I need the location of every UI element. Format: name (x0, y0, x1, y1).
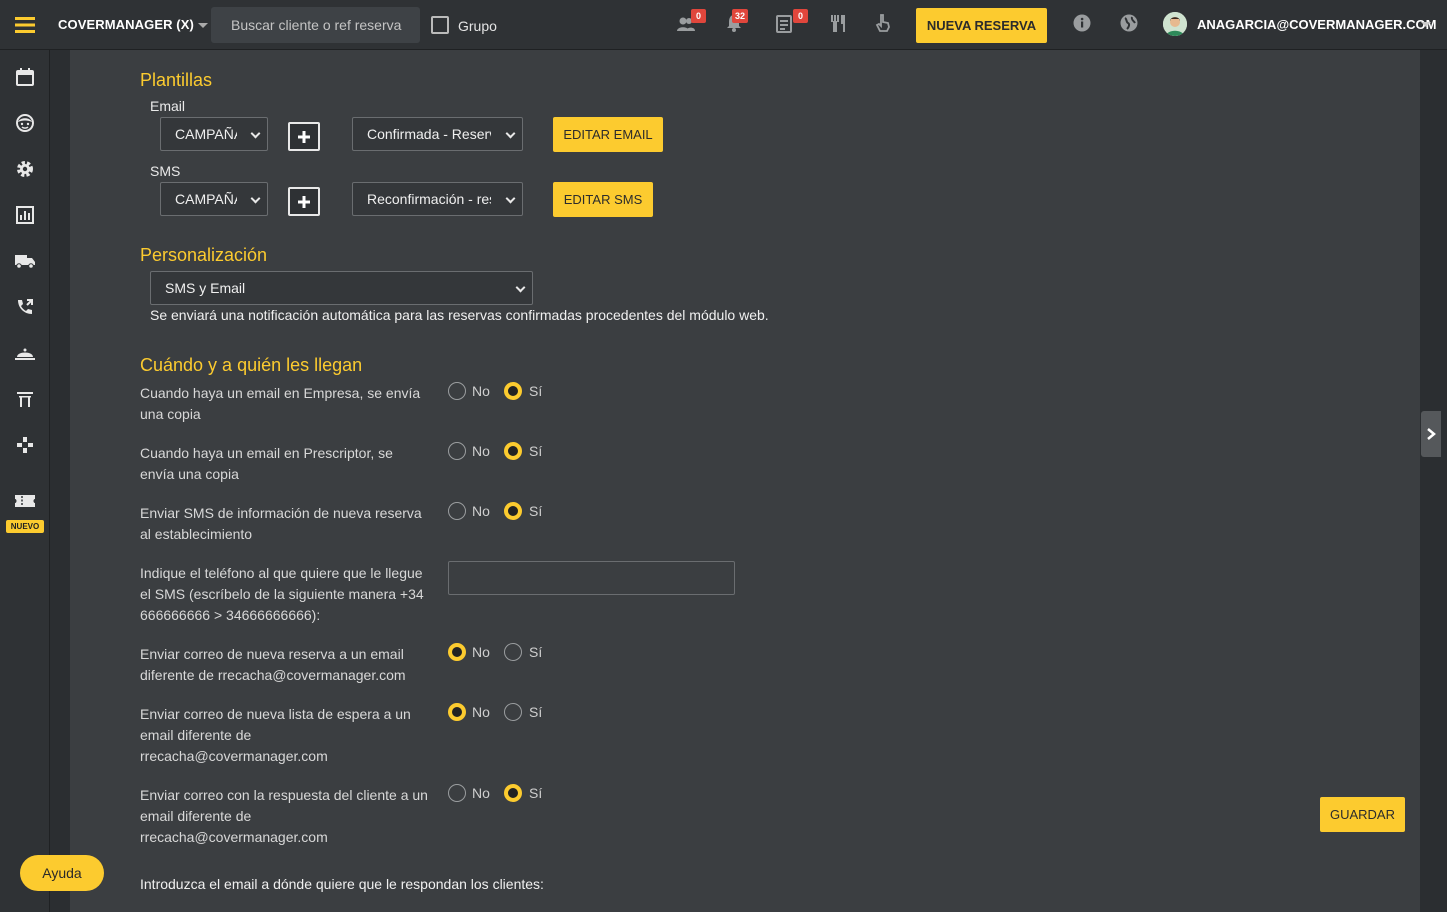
personalization-title: Personalización (140, 245, 268, 265)
radio-yes[interactable] (504, 442, 522, 460)
phone-label: Indique el teléfono al que quiere que le… (140, 565, 424, 623)
collapse-panel-tab[interactable] (1421, 411, 1441, 457)
radio-yes-label: Sí (529, 383, 543, 399)
plus-icon (298, 130, 310, 143)
restaurant-selector[interactable]: COVERMANAGER (X) (58, 17, 208, 32)
add-sms-template-button[interactable] (288, 187, 320, 216)
hand-pointer-icon[interactable] (873, 13, 895, 35)
radio-yes-label: Sí (529, 503, 543, 519)
user-email[interactable]: ANAGARCIA@COVERMANAGER.COM (1197, 17, 1436, 32)
sidebar: NUEVO (0, 50, 50, 912)
grupo-label: Grupo (458, 18, 497, 34)
personalization-value: SMS y Email (165, 280, 246, 296)
main-panel: Plantillas Email CAMPAÑA Confirmada - Re… (70, 50, 1420, 912)
email-template-select[interactable]: Confirmada - Reserva (352, 117, 523, 151)
notifications-badge: 32 (732, 9, 749, 23)
radio-no[interactable] (448, 784, 466, 802)
personalization-select[interactable]: SMS y Email (150, 271, 533, 305)
question-label: Enviar correo de nueva lista de espera a… (140, 706, 411, 764)
save-button[interactable]: GUARDAR (1320, 797, 1405, 832)
chevron-down-icon (505, 193, 516, 204)
radio-yes[interactable] (504, 784, 522, 802)
question-label: Enviar correo de nueva reserva a un emai… (140, 646, 406, 683)
info-icon[interactable] (1072, 13, 1094, 35)
radio-no-label: No (472, 383, 490, 399)
groups-icon[interactable]: 0 (676, 9, 706, 35)
radio-yes[interactable] (504, 703, 522, 721)
radio-no[interactable] (448, 382, 466, 400)
question-label: Enviar correo con la respuesta del clien… (140, 787, 428, 845)
ticket-icon[interactable] (0, 486, 50, 516)
chevron-down-icon (250, 193, 261, 204)
sms-label: SMS (150, 163, 181, 179)
recipients-title: Cuándo y a quién les llegan (140, 355, 363, 375)
edit-email-button[interactable]: EDITAR EMAIL (553, 117, 663, 152)
chevron-right-icon (1427, 428, 1436, 440)
phone-icon[interactable] (0, 292, 50, 322)
new-badge: NUEVO (6, 520, 44, 533)
edit-sms-button[interactable]: EDITAR SMS (553, 182, 653, 217)
tasks-badge: 0 (793, 9, 808, 23)
brand-label: COVERMANAGER (X) (58, 17, 194, 32)
chevron-down-icon[interactable] (1421, 22, 1431, 27)
radio-yes[interactable] (504, 502, 522, 520)
sms-category-select[interactable]: CAMPAÑA (160, 182, 268, 216)
radio-no-label: No (472, 704, 490, 720)
truck-icon[interactable] (0, 246, 50, 276)
smiley-icon[interactable] (0, 108, 50, 138)
question-label: Enviar SMS de información de nueva reser… (140, 505, 422, 542)
radio-no[interactable] (448, 502, 466, 520)
question-label: Cuando haya un email en Prescriptor, se … (140, 445, 393, 482)
arch-icon[interactable] (0, 384, 50, 414)
phone-field[interactable] (448, 561, 735, 595)
radio-no-label: No (472, 644, 490, 660)
chevron-down-icon (515, 282, 526, 293)
radio-yes[interactable] (504, 382, 522, 400)
radio-yes-label: Sí (529, 644, 543, 660)
gamepad-icon[interactable] (0, 430, 50, 460)
cloche-icon[interactable] (0, 338, 50, 368)
sms-template-value: Reconfirmación - reserva (367, 191, 491, 207)
radio-no-label: No (472, 443, 490, 459)
radio-no[interactable] (448, 643, 466, 661)
radio-no[interactable] (448, 703, 466, 721)
radio-yes[interactable] (504, 643, 522, 661)
email-template-value: Confirmada - Reserva (367, 126, 491, 142)
sms-category-value: CAMPAÑA (175, 191, 237, 207)
chevron-down-icon (505, 128, 516, 139)
cutlery-icon[interactable] (828, 13, 850, 35)
calendar-icon[interactable] (0, 62, 50, 92)
menu-icon[interactable] (0, 0, 50, 50)
radio-no-label: No (472, 503, 490, 519)
grupo-checkbox[interactable] (431, 16, 449, 34)
chevron-down-icon (250, 128, 261, 139)
radio-yes-label: Sí (529, 704, 543, 720)
radio-no-label: No (472, 785, 490, 801)
chart-icon[interactable] (0, 200, 50, 230)
add-email-template-button[interactable] (288, 122, 320, 151)
reply-email-label: Introduzca el email a dónde quiere que l… (140, 876, 544, 892)
globe-icon[interactable] (1119, 13, 1141, 35)
radio-no[interactable] (448, 442, 466, 460)
chevron-down-icon (197, 23, 208, 29)
email-category-value: CAMPAÑA (175, 126, 237, 142)
sms-template-select[interactable]: Reconfirmación - reserva (352, 182, 523, 216)
radio-yes-label: Sí (529, 443, 543, 459)
personalization-note: Se enviará una notificación automática p… (150, 307, 769, 323)
avatar[interactable] (1163, 12, 1187, 36)
radio-yes-label: Sí (529, 785, 543, 801)
templates-title: Plantillas (140, 70, 213, 90)
gear-icon[interactable] (0, 154, 50, 184)
search-input[interactable] (211, 7, 420, 43)
email-category-select[interactable]: CAMPAÑA (160, 117, 268, 151)
new-reservation-button[interactable]: NUEVA RESERVA (916, 8, 1047, 43)
plus-icon (298, 195, 310, 208)
top-bar: COVERMANAGER (X) Grupo 0 32 0 NUEVA RESE… (0, 0, 1447, 50)
question-label: Cuando haya un email en Empresa, se enví… (140, 385, 421, 422)
help-button[interactable]: Ayuda (20, 855, 104, 891)
email-label: Email (150, 98, 186, 114)
tasks-icon[interactable]: 0 (775, 9, 808, 35)
bell-icon[interactable]: 32 (724, 9, 749, 35)
groups-badge: 0 (691, 9, 706, 23)
